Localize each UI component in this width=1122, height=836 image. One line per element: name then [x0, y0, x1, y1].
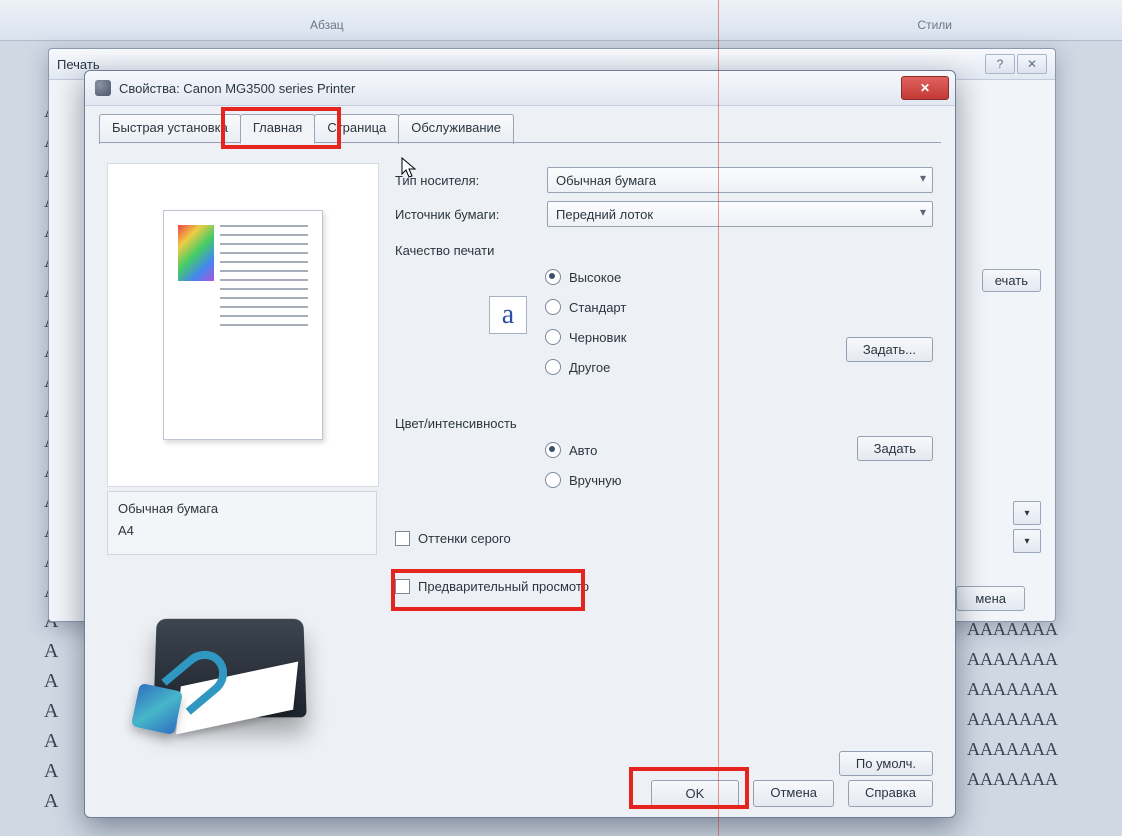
quality-set-button[interactable]: Задать...	[846, 337, 933, 362]
color-group-label: Цвет/интенсивность	[395, 416, 933, 431]
ribbon-strip: Абзац Стили	[0, 0, 1122, 41]
tab-page[interactable]: Страница	[314, 114, 399, 144]
defaults-button[interactable]: По умолч.	[839, 751, 933, 776]
print-dialog-help-icon[interactable]: ?	[985, 54, 1015, 74]
grayscale-label: Оттенки серого	[418, 531, 511, 546]
printer-properties-dialog: Свойства: Canon MG3500 series Printer ✕ …	[84, 70, 956, 818]
quality-radio-high[interactable]	[545, 269, 561, 285]
color-radio-auto[interactable]	[545, 442, 561, 458]
settings-column: Тип носителя: Обычная бумага Источник бу…	[395, 163, 933, 805]
preview-print-checkbox[interactable]	[395, 579, 410, 594]
paper-source-label: Источник бумаги:	[395, 207, 535, 222]
ribbon-group-styles: Стили	[917, 18, 952, 32]
paper-info-line2: A4	[118, 520, 366, 542]
color-manual-label: Вручную	[569, 473, 621, 488]
tab-underline	[99, 142, 941, 143]
cancel-button[interactable]: Отмена	[753, 780, 834, 807]
tab-quick-setup[interactable]: Быстрая установка	[99, 114, 241, 144]
media-type-value: Обычная бумага	[556, 173, 656, 188]
quality-group-label: Качество печати	[395, 243, 933, 258]
print-dialog-dropdown-1[interactable]: ▾	[1013, 501, 1041, 525]
paper-source-combo[interactable]: Передний лоток	[547, 201, 933, 227]
ok-button[interactable]: OK	[651, 780, 740, 807]
ribbon-group-paragraph: Абзац	[310, 18, 344, 32]
preview-page	[163, 210, 323, 440]
quality-radio-standard[interactable]	[545, 299, 561, 315]
paper-info-box: Обычная бумага A4	[107, 491, 377, 555]
props-close-button[interactable]: ✕	[901, 76, 949, 100]
print-dialog-cancel-button[interactable]: мена	[956, 586, 1025, 611]
print-preview-box	[107, 163, 379, 487]
tab-main[interactable]: Главная	[240, 114, 315, 144]
print-dialog-close-icon[interactable]: ✕	[1017, 54, 1047, 74]
media-type-combo[interactable]: Обычная бумага	[547, 167, 933, 193]
dialog-button-row: OK Отмена Справка	[85, 780, 955, 807]
preview-print-row[interactable]: Предварительный просмотр	[395, 571, 933, 601]
color-set-button[interactable]: Задать	[857, 436, 933, 461]
grayscale-checkbox[interactable]	[395, 531, 410, 546]
quality-other-label: Другое	[569, 360, 610, 375]
quality-badge-icon: a	[489, 296, 527, 334]
print-dialog-print-button[interactable]: ечать	[982, 269, 1041, 292]
props-titlebar: Свойства: Canon MG3500 series Printer ✕	[85, 71, 955, 106]
print-dialog-dropdown-2[interactable]: ▾	[1013, 529, 1041, 553]
quality-high-label: Высокое	[569, 270, 621, 285]
preview-text-lines	[220, 225, 308, 425]
color-auto-label: Авто	[569, 443, 597, 458]
props-title: Свойства: Canon MG3500 series Printer	[119, 81, 355, 96]
tab-service[interactable]: Обслуживание	[398, 114, 514, 144]
tab-row: Быстрая установка Главная Страница Обслу…	[99, 113, 513, 143]
quality-draft-label: Черновик	[569, 330, 626, 345]
preview-print-label: Предварительный просмотр	[418, 579, 589, 594]
printer-icon	[95, 80, 111, 96]
paper-info-line1: Обычная бумага	[118, 498, 366, 520]
grayscale-row[interactable]: Оттенки серого	[395, 523, 933, 553]
bg-doc-right-column: АААААААААААААААААААААААААААААААААААААААА…	[967, 614, 1058, 794]
mouse-cursor-icon	[401, 157, 417, 179]
paper-source-value: Передний лоток	[556, 207, 653, 222]
help-button[interactable]: Справка	[848, 780, 933, 807]
quality-radio-draft[interactable]	[545, 329, 561, 345]
preview-color-swatch	[178, 225, 214, 281]
quality-standard-label: Стандарт	[569, 300, 626, 315]
color-radio-manual[interactable]	[545, 472, 561, 488]
printer-illustration	[119, 583, 329, 753]
quality-radio-other[interactable]	[545, 359, 561, 375]
